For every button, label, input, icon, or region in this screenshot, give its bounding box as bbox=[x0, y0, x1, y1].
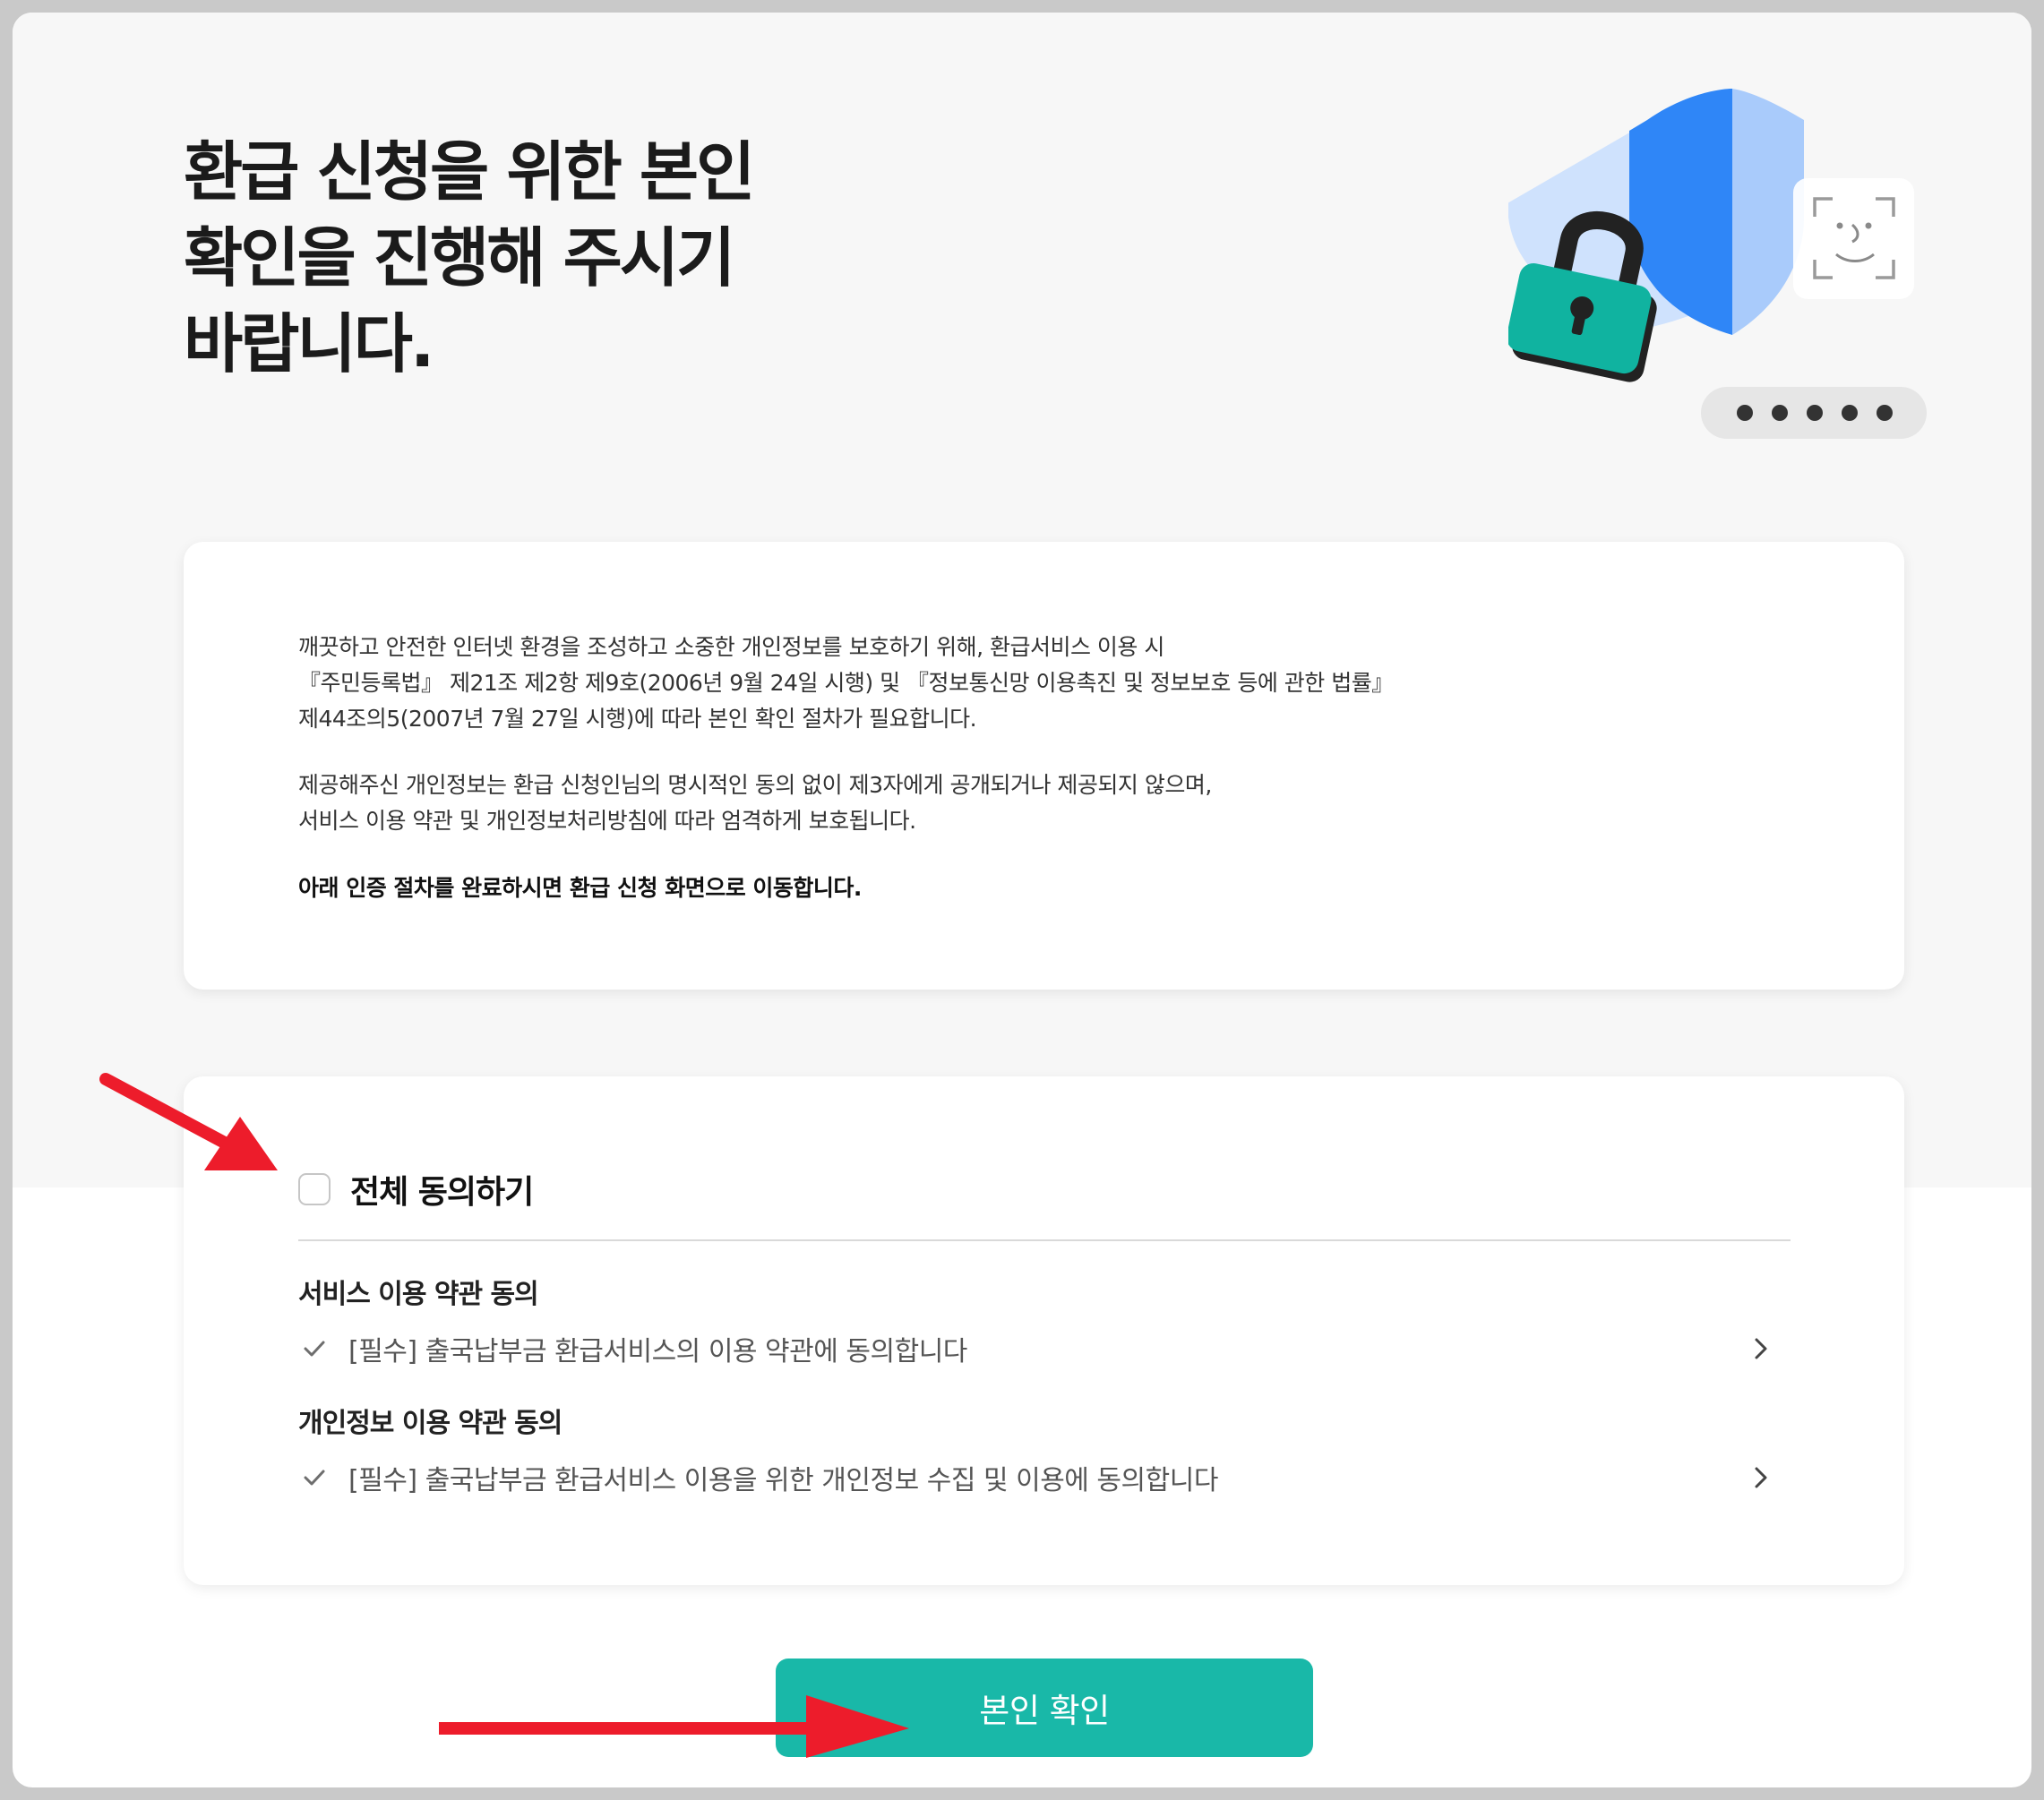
page-title-line: 환급 신청을 위한 본인 bbox=[184, 134, 755, 210]
notice-line: 『주민등록법』 제21조 제2항 제9호(2006년 9월 24일 시행) 및 … bbox=[298, 670, 1394, 696]
page-title-line: 확인을 진행해 주시기 bbox=[184, 220, 735, 296]
annotation-arrow-icon bbox=[439, 1695, 909, 1758]
divider bbox=[298, 1239, 1791, 1241]
service-terms-label: [필수] 출국납부금 환급서비스의 이용 약관에 동의합니다 bbox=[348, 1336, 967, 1367]
chevron-right-icon[interactable] bbox=[1748, 1335, 1774, 1362]
privacy-terms-item[interactable]: [필수] 출국납부금 환급서비스 이용을 위한 개인정보 수집 및 이용에 동의… bbox=[298, 1453, 1791, 1503]
service-terms-item[interactable]: [필수] 출국납부금 환급서비스의 이용 약관에 동의합니다 bbox=[298, 1324, 1791, 1374]
password-dots-icon bbox=[1701, 387, 1927, 439]
notice-line: 서비스 이용 약관 및 개인정보처리방침에 따라 엄격하게 보호됩니다. bbox=[298, 808, 916, 834]
notice-paragraph: 깨끗하고 안전한 인터넷 환경을 조성하고 소중한 개인정보를 보호하기 위해,… bbox=[298, 630, 1821, 737]
next-step-notice: 아래 인증 절차를 완료하시면 환급 신청 화면으로 이동합니다. bbox=[298, 875, 862, 901]
agree-all-label: 전체 동의하기 bbox=[350, 1174, 534, 1211]
face-id-icon bbox=[1793, 178, 1914, 299]
agree-all-toggle[interactable]: 전체 동의하기 bbox=[298, 1166, 534, 1213]
notice-card: 깨끗하고 안전한 인터넷 환경을 조성하고 소중한 개인정보를 보호하기 위해,… bbox=[184, 542, 1904, 990]
annotation-arrow-icon bbox=[99, 1073, 278, 1170]
chevron-right-icon[interactable] bbox=[1748, 1464, 1774, 1491]
check-icon[interactable] bbox=[298, 1333, 331, 1365]
notice-line: 제44조의5(2007년 7월 27일 시행)에 따라 본인 확인 절차가 필요… bbox=[298, 706, 977, 732]
app-window: 환급 신청을 위한 본인 확인을 진행해 주시기 바랍니다. 깨끗하고 안전한 … bbox=[13, 13, 2031, 1787]
check-icon[interactable] bbox=[298, 1461, 331, 1494]
notice-line: 제공해주신 개인정보는 환급 신청인님의 명시적인 동의 없이 제3자에게 공개… bbox=[298, 772, 1212, 798]
page-title: 환급 신청을 위한 본인 확인을 진행해 주시기 바랍니다. bbox=[184, 129, 864, 387]
privacy-terms-title: 개인정보 이용 약관 동의 bbox=[298, 1408, 563, 1439]
privacy-terms-label: [필수] 출국납부금 환급서비스 이용을 위한 개인정보 수집 및 이용에 동의… bbox=[348, 1465, 1218, 1496]
privacy-paragraph: 제공해주신 개인정보는 환급 신청인님의 명시적인 동의 없이 제3자에게 공개… bbox=[298, 767, 1821, 839]
agreement-card: 전체 동의하기 서비스 이용 약관 동의 [필수] 출국납부금 환급서비스의 이… bbox=[184, 1076, 1904, 1585]
service-terms-title: 서비스 이용 약관 동의 bbox=[298, 1279, 539, 1310]
page-title-line: 바랍니다. bbox=[184, 306, 434, 381]
security-illustration bbox=[1508, 89, 1927, 439]
notice-line: 깨끗하고 안전한 인터넷 환경을 조성하고 소중한 개인정보를 보호하기 위해,… bbox=[298, 634, 1164, 660]
agree-all-checkbox[interactable] bbox=[298, 1173, 331, 1205]
